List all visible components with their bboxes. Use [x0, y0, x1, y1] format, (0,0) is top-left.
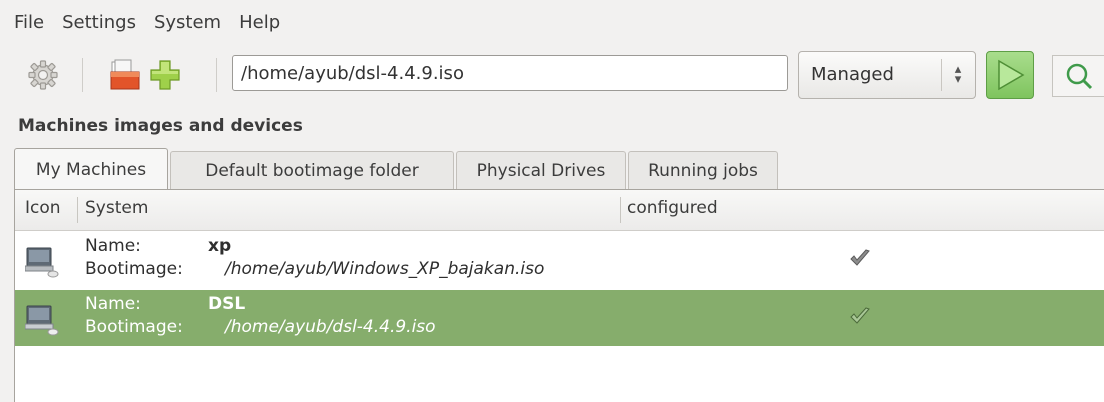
run-button[interactable] [986, 51, 1034, 99]
tab-default-bootimage-folder[interactable]: Default bootimage folder [170, 151, 454, 189]
column-separator [77, 197, 78, 223]
row-bootimage-label: Bootimage: [85, 259, 183, 279]
mode-select-value: Managed [811, 64, 894, 85]
menu-file[interactable]: File [14, 12, 44, 33]
tab-running-jobs[interactable]: Running jobs [628, 151, 778, 189]
row-bootimage-label: Bootimage: [85, 317, 183, 337]
row-bootimage-value: /home/ayub/Windows_XP_bajakan.iso [225, 259, 545, 279]
column-header-configured[interactable]: configured [627, 198, 718, 218]
checkmark-icon [850, 307, 870, 324]
table-row[interactable]: Name: xp Bootimage: /home/ayub/Windows_X… [15, 232, 1104, 288]
computer-icon [25, 247, 59, 278]
checkmark-icon [850, 249, 870, 266]
column-header-system[interactable]: System [85, 198, 148, 218]
row-name-value: xp [208, 236, 232, 256]
search-icon [1066, 63, 1093, 90]
tab-my-machines[interactable]: My Machines [14, 148, 168, 190]
machines-table: Icon System configured Name: xp Bootimag… [14, 189, 1104, 402]
up-down-icon: ▴ ▾ [954, 62, 962, 87]
table-header: Icon System configured [15, 190, 1104, 231]
toolbar-separator [216, 58, 217, 92]
mode-select[interactable]: Managed ▴ ▾ [798, 51, 976, 99]
toolbar-separator [82, 58, 83, 92]
menu-settings[interactable]: Settings [62, 12, 136, 33]
search-button[interactable] [1052, 55, 1104, 97]
table-row[interactable]: Name: DSL Bootimage: /home/ayub/dsl-4.4.… [15, 290, 1104, 346]
row-name-label: Name: [85, 236, 141, 256]
row-bootimage-value: /home/ayub/dsl-4.4.9.iso [225, 317, 436, 337]
menu-system[interactable]: System [154, 12, 221, 33]
menu-bar: File Settings System Help [0, 0, 1104, 44]
open-folder-icon[interactable] [108, 58, 142, 92]
row-name-value: DSL [208, 294, 246, 314]
path-input[interactable] [232, 55, 788, 91]
mode-select-divider [941, 59, 942, 91]
add-icon[interactable] [148, 58, 182, 92]
section-title: Machines images and devices [18, 116, 303, 136]
computer-icon [25, 305, 59, 336]
gear-icon[interactable] [26, 58, 60, 92]
column-header-icon[interactable]: Icon [25, 198, 61, 218]
play-icon [998, 59, 1025, 91]
column-separator [620, 197, 621, 223]
row-name-label: Name: [85, 294, 141, 314]
menu-help[interactable]: Help [239, 12, 280, 33]
tab-physical-drives[interactable]: Physical Drives [456, 151, 626, 189]
